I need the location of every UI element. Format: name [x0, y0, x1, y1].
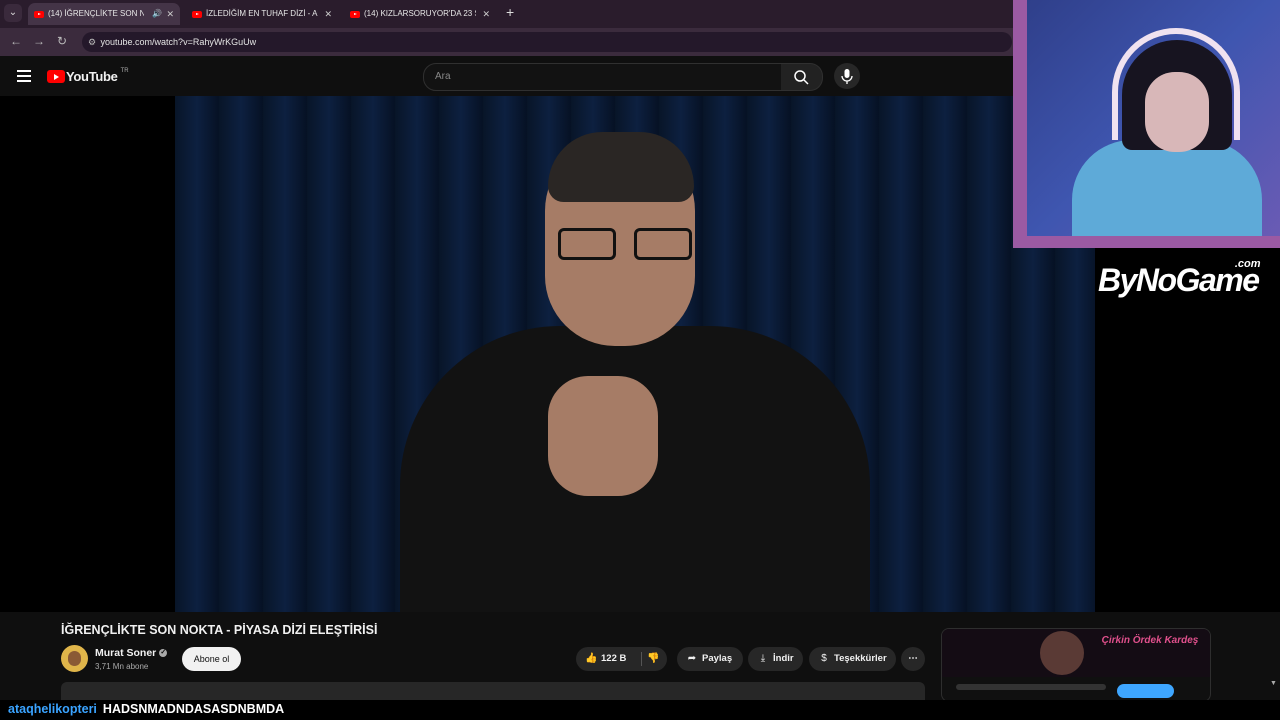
browser-tab-1[interactable]: (14) İĞRENÇLİKTE SON NOKT 🔊 ✕	[28, 3, 180, 25]
channel-avatar[interactable]	[61, 645, 88, 672]
reload-icon[interactable]: ↻	[57, 34, 67, 48]
share-label: Paylaş	[702, 653, 733, 664]
voice-search-button[interactable]	[834, 63, 860, 89]
share-arrow-icon: ➦	[687, 653, 697, 664]
ad-headline: Çirkin Ördek Kardeş	[1101, 635, 1199, 646]
chat-message: HADSNMADNDASASDNBMDA	[102, 702, 285, 716]
ad-text-line	[956, 684, 1106, 690]
url-field[interactable]: ⚙ youtube.com/watch?v=RahyWrKGuUw	[82, 32, 1012, 52]
speaker-icon[interactable]: 🔊	[152, 3, 162, 25]
streamer-shirt	[1072, 140, 1262, 236]
download-button[interactable]: ⤓ İndir	[748, 647, 803, 671]
youtube-logo[interactable]: YouTube TR	[47, 68, 129, 86]
description-box[interactable]	[61, 682, 925, 700]
subscribe-button[interactable]: Abone ol	[182, 647, 241, 671]
more-dots-icon: ⋯	[908, 653, 918, 664]
video-info-section: İĞRENÇLİKTE SON NOKTA - PİYASA DİZİ ELEŞ…	[0, 612, 1280, 702]
video-title: İĞRENÇLİKTE SON NOKTA - PİYASA DİZİ ELEŞ…	[61, 623, 378, 637]
search-input[interactable]: Ara	[423, 63, 783, 91]
sidebar-ad-card[interactable]: Çirkin Ördek Kardeş	[941, 628, 1211, 702]
search-placeholder: Ara	[435, 71, 451, 82]
download-icon: ⤓	[760, 653, 766, 664]
browser-tab-3[interactable]: (14) KIZLARSORUYOR'DA 23 SA ✕	[344, 3, 496, 25]
thanks-button[interactable]: $ Teşekkürler	[809, 647, 896, 671]
thanks-label: Teşekkürler	[834, 653, 887, 664]
close-tab-icon[interactable]: ✕	[166, 3, 174, 25]
channel-name[interactable]: Murat Soner ✓	[95, 647, 168, 659]
youtube-favicon-icon	[192, 10, 202, 18]
chat-username: ataqhelikopteri	[8, 702, 97, 716]
search-button[interactable]	[781, 63, 823, 91]
tab-search-chevron-icon[interactable]: ⌄	[4, 4, 22, 22]
tab-title: İZLEDİĞİM EN TUHAF DİZİ - AU	[206, 9, 318, 18]
headset-icon	[1112, 28, 1240, 140]
share-button[interactable]: ➦ Paylaş	[677, 647, 743, 671]
subscriber-count: 3,71 Mn abone	[95, 662, 149, 671]
verified-check-icon: ✓	[159, 649, 168, 658]
site-info-icon[interactable]: ⚙	[88, 32, 98, 52]
tab-title: (14) KIZLARSORUYOR'DA 23 SA	[364, 9, 476, 18]
microphone-icon	[841, 69, 853, 84]
url-text: youtube.com/watch?v=RahyWrKGuUw	[100, 37, 257, 47]
watermark-suffix: .com	[1234, 258, 1261, 270]
like-count[interactable]: 122 B	[601, 653, 626, 664]
new-tab-plus-icon[interactable]: +	[506, 4, 514, 20]
thumbs-up-icon[interactable]: 👍	[585, 647, 597, 671]
presenter-glasses	[558, 228, 694, 260]
close-tab-icon[interactable]: ✕	[324, 3, 332, 25]
download-label: İndir	[773, 653, 794, 664]
streamer-webcam-feed	[1027, 0, 1280, 236]
ad-character-image	[1040, 631, 1084, 675]
youtube-play-icon	[47, 70, 65, 84]
ad-cta-button[interactable]	[1117, 684, 1174, 698]
dislike-button[interactable]: 👎	[642, 647, 667, 671]
youtube-favicon-icon	[34, 10, 44, 18]
stream-chat-line: ataqhelikopteri HADSNMADNDASASDNBMDA	[0, 700, 1280, 720]
browser-tab-2[interactable]: İZLEDİĞİM EN TUHAF DİZİ - AU ✕	[186, 3, 338, 25]
back-arrow-icon[interactable]: ←	[10, 34, 22, 48]
search-icon	[794, 70, 809, 85]
hamburger-menu-icon[interactable]	[17, 70, 31, 85]
bynogame-watermark-logo: ByNoGame .com	[1098, 258, 1261, 299]
more-actions-button[interactable]: ⋯	[901, 647, 925, 671]
presenter-hand	[548, 376, 658, 496]
country-code: TR	[120, 68, 129, 74]
forward-arrow-icon[interactable]: →	[33, 34, 45, 48]
scroll-down-arrow-icon[interactable]: ▼	[1270, 680, 1277, 687]
tab-title: (14) İĞRENÇLİKTE SON NOKT	[48, 9, 144, 18]
close-tab-icon[interactable]: ✕	[482, 3, 490, 25]
youtube-favicon-icon	[350, 10, 360, 18]
thanks-icon: $	[821, 653, 827, 664]
streamer-webcam-frame	[1013, 0, 1280, 248]
logo-wordmark: YouTube	[66, 69, 118, 85]
presenter-hair	[548, 132, 694, 202]
thumbs-down-icon: 👎	[647, 653, 660, 664]
